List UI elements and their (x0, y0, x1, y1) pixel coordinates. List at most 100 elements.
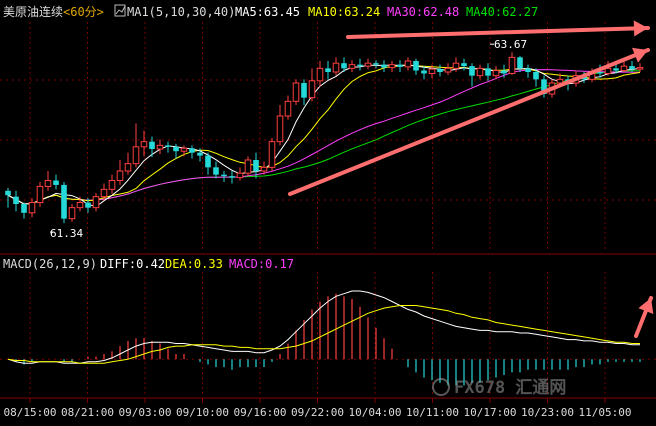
candle-body (156, 144, 164, 150)
x-tick-label: 10/11:00 (406, 406, 459, 419)
candle-body (92, 196, 100, 209)
candle-body (604, 67, 612, 74)
candle-body (165, 145, 171, 147)
candle-body (525, 68, 531, 72)
candle-body (36, 185, 44, 204)
candle-body (381, 64, 387, 68)
dea-value: DEA:0.33 (165, 257, 223, 271)
candle-body (140, 141, 148, 148)
candle-body (149, 141, 155, 149)
candle-body (325, 68, 331, 72)
x-tick-label: 09/16:00 (234, 406, 287, 419)
ma40-value: MA40:62.27 (466, 5, 538, 19)
indicator-icon-line (115, 5, 126, 15)
candle-body (180, 147, 188, 152)
candle-body (229, 176, 235, 178)
high-price-label: 63.67 (494, 38, 527, 51)
candle-body (397, 64, 403, 67)
candle-body (461, 63, 467, 67)
candle-body (492, 70, 500, 77)
candle-body (421, 70, 427, 74)
candle-body (276, 115, 284, 143)
candle-body (348, 64, 356, 69)
candle-body (236, 172, 244, 179)
candle-body (388, 64, 396, 69)
ma-params-label: MA1(5,10,30,40) (127, 5, 235, 19)
candle-body (517, 57, 523, 69)
candle-body (452, 62, 460, 69)
candle-body (508, 56, 516, 74)
candle-body (629, 66, 635, 70)
candle-body (244, 159, 252, 174)
resistance-arrow-head (633, 20, 648, 37)
dea-line (7, 305, 640, 364)
x-tick-label: 10/17:00 (464, 406, 517, 419)
candle-body (189, 148, 195, 153)
diff-line (7, 290, 640, 364)
candle-body (132, 146, 140, 165)
candle-body (13, 196, 19, 204)
ma5-value: MA5:63.45 (235, 5, 300, 19)
candle-body (404, 60, 412, 68)
candle-body (205, 155, 211, 168)
candle-body (68, 207, 76, 220)
candle-body (301, 83, 307, 98)
x-tick-label: 10/04:00 (349, 406, 402, 419)
watermark-logo-icon (432, 378, 450, 396)
candle-body (53, 180, 59, 185)
candle-body (469, 66, 475, 76)
candle-body (197, 152, 203, 156)
candle-body (357, 64, 363, 67)
candle-body (341, 63, 347, 69)
candle-body (316, 67, 324, 82)
candle-body (108, 180, 116, 190)
candle-body (636, 67, 644, 70)
candle-body (364, 62, 372, 67)
candle-body (292, 82, 300, 102)
candle-body (61, 184, 67, 219)
macd-params-label: MACD(26,12,9) (3, 257, 97, 271)
candle-body (85, 202, 91, 208)
watermark-text: FX678 汇通网 (454, 378, 566, 398)
candle-body (28, 202, 36, 214)
candle-body (476, 67, 484, 77)
candle-body (44, 180, 52, 187)
candle-body (620, 65, 628, 72)
x-tick-label: 10/23:00 (521, 406, 574, 419)
watermark: FX678 汇通网 (432, 378, 566, 398)
x-tick-label: 11/05:00 (579, 406, 632, 419)
candle-body (253, 160, 259, 171)
price-grid (0, 22, 656, 252)
candle-body (501, 70, 507, 74)
candle-body (613, 68, 619, 71)
diff-value: DIFF:0.42 (100, 257, 165, 271)
macd-lines (7, 290, 640, 364)
x-tick-label: 08/15:00 (4, 406, 57, 419)
candle-body (116, 170, 124, 182)
candle-body (332, 62, 340, 73)
candle-body (173, 146, 179, 152)
candle-body (485, 68, 491, 76)
ma30-value: MA30:62.48 (387, 5, 459, 19)
candle-body (444, 67, 452, 73)
candle-body (213, 167, 219, 175)
candle-body (260, 166, 268, 172)
candle-body (21, 204, 27, 213)
candle-body (76, 202, 84, 209)
x-tick-label: 08/21:00 (61, 406, 114, 419)
candle-body (373, 63, 379, 65)
candle-body (413, 61, 419, 71)
x-tick-label: 09/10:00 (176, 406, 229, 419)
candle-body (308, 80, 316, 99)
candle-body (556, 78, 564, 84)
macd-value: MACD:0.17 (229, 257, 294, 271)
candle-body (428, 68, 436, 74)
candle-body (221, 174, 227, 177)
resistance-arrow (346, 26, 650, 39)
candle-body (284, 100, 292, 117)
candle-body (100, 188, 108, 198)
futures-chart[interactable]: 美原油连续 <60分> MA1(5,10,30,40) MA5:63.45 MA… (0, 0, 656, 426)
x-axis: 08/15:00 08/21:00 09/03:00 09/10:00 09/16:00… (4, 398, 632, 419)
candle-body (124, 163, 132, 172)
ma10-value: MA10:63.24 (308, 5, 380, 19)
